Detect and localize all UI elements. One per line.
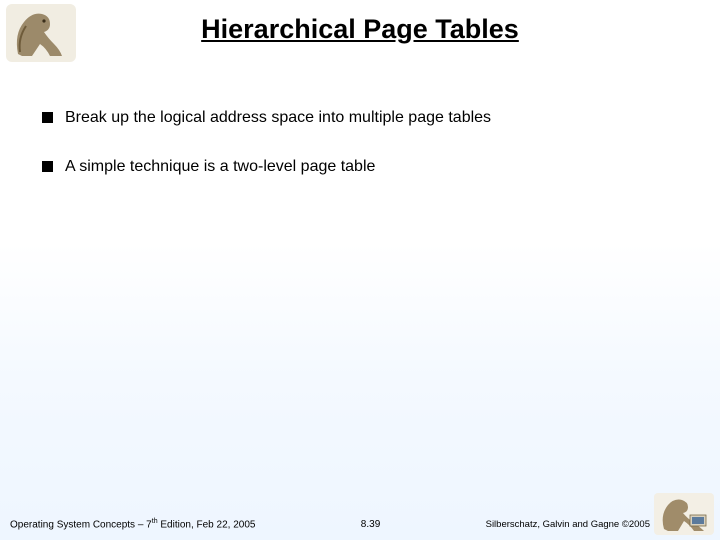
content-area: Break up the logical address space into … xyxy=(42,108,678,206)
bullet-item: Break up the logical address space into … xyxy=(42,108,678,129)
footer: Operating System Concepts – 7th Edition,… xyxy=(10,518,650,530)
footer-right: Silberschatz, Galvin and Gagne ©2005 xyxy=(486,519,650,530)
footer-left-post: Edition, Feb 22, 2005 xyxy=(158,519,256,530)
bullet-item: A simple technique is a two-level page t… xyxy=(42,157,678,178)
dinosaur-logo-bottom xyxy=(654,493,714,535)
footer-left-pre: Operating System Concepts – 7 xyxy=(10,519,152,530)
square-bullet-icon xyxy=(42,112,53,123)
bullet-text: A simple technique is a two-level page t… xyxy=(65,157,375,178)
slide: Hierarchical Page Tables Break up the lo… xyxy=(0,0,720,540)
bullet-text: Break up the logical address space into … xyxy=(65,108,491,129)
square-bullet-icon xyxy=(42,161,53,172)
footer-left: Operating System Concepts – 7th Edition,… xyxy=(10,518,255,530)
footer-page-number: 8.39 xyxy=(255,519,485,530)
slide-title: Hierarchical Page Tables xyxy=(0,14,720,45)
